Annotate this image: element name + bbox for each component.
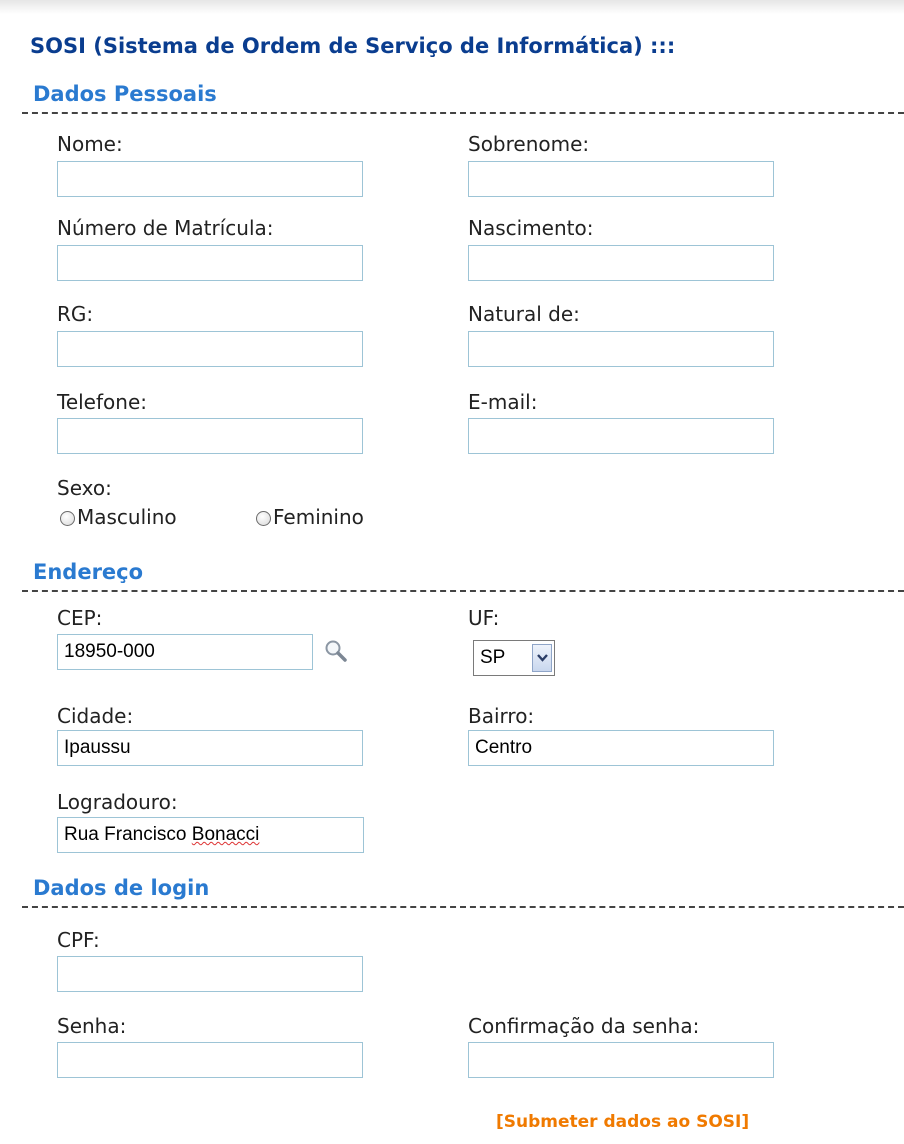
confirm-senha-label: Confirmação da senha: — [468, 1014, 700, 1038]
senha-field[interactable] — [57, 1042, 363, 1078]
section-divider — [22, 112, 904, 114]
cidade-label: Cidade: — [57, 704, 134, 728]
logradouro-label: Logradouro: — [57, 790, 178, 814]
section-divider — [22, 590, 904, 592]
sobrenome-field[interactable] — [468, 161, 774, 197]
rg-label: RG: — [57, 302, 94, 326]
bairro-label: Bairro: — [468, 704, 535, 728]
senha-label: Senha: — [57, 1014, 127, 1038]
cidade-field[interactable]: Ipaussu — [57, 730, 363, 766]
telefone-field[interactable] — [57, 418, 363, 454]
confirm-senha-field[interactable] — [468, 1042, 774, 1078]
chevron-down-icon — [537, 654, 548, 662]
email-label: E-mail: — [468, 390, 538, 414]
matricula-field[interactable] — [57, 245, 363, 281]
sexo-label: Sexo: — [57, 476, 112, 500]
cep-label: CEP: — [57, 606, 103, 630]
logradouro-value-misspelled: Bonacci — [191, 824, 260, 845]
radio-masculino[interactable] — [60, 511, 75, 526]
radio-label-masculino[interactable]: Masculino — [77, 505, 177, 529]
cep-search-button[interactable] — [320, 636, 354, 666]
section-title-login: Dados de login — [33, 876, 210, 900]
telefone-label: Telefone: — [57, 390, 147, 414]
top-bar — [0, 0, 904, 14]
uf-label: UF: — [468, 606, 500, 630]
email-field[interactable] — [468, 418, 774, 454]
section-title-personal: Dados Pessoais — [33, 82, 217, 106]
nascimento-label: Nascimento: — [468, 216, 594, 240]
section-title-address: Endereço — [33, 560, 144, 584]
bairro-field[interactable]: Centro — [468, 730, 774, 766]
nascimento-field[interactable] — [468, 245, 774, 281]
nome-field[interactable] — [57, 161, 363, 197]
uf-dropdown-button[interactable] — [532, 644, 552, 672]
natural-label: Natural de: — [468, 302, 580, 326]
cpf-field[interactable] — [57, 956, 363, 992]
logradouro-field[interactable]: Rua Francisco Bonacci — [57, 817, 364, 853]
sobrenome-label: Sobrenome: — [468, 132, 590, 156]
uf-select[interactable]: SP — [473, 640, 555, 676]
nome-label: Nome: — [57, 132, 123, 156]
page-title: SOSI (Sistema de Ordem de Serviço de Inf… — [30, 34, 676, 58]
radio-feminino[interactable] — [256, 511, 271, 526]
radio-label-feminino[interactable]: Feminino — [273, 505, 364, 529]
logradouro-value: Rua Francisco — [64, 824, 192, 845]
cpf-label: CPF: — [57, 928, 100, 952]
uf-select-value: SP — [480, 647, 506, 668]
natural-field[interactable] — [468, 331, 774, 367]
section-divider — [22, 906, 904, 908]
magnifier-icon — [325, 640, 347, 662]
matricula-label: Número de Matrícula: — [57, 216, 274, 240]
rg-field[interactable] — [57, 331, 363, 367]
cep-field[interactable]: 18950-000 — [57, 634, 313, 670]
submit-link[interactable]: [Submeter dados ao SOSI] — [496, 1112, 749, 1132]
